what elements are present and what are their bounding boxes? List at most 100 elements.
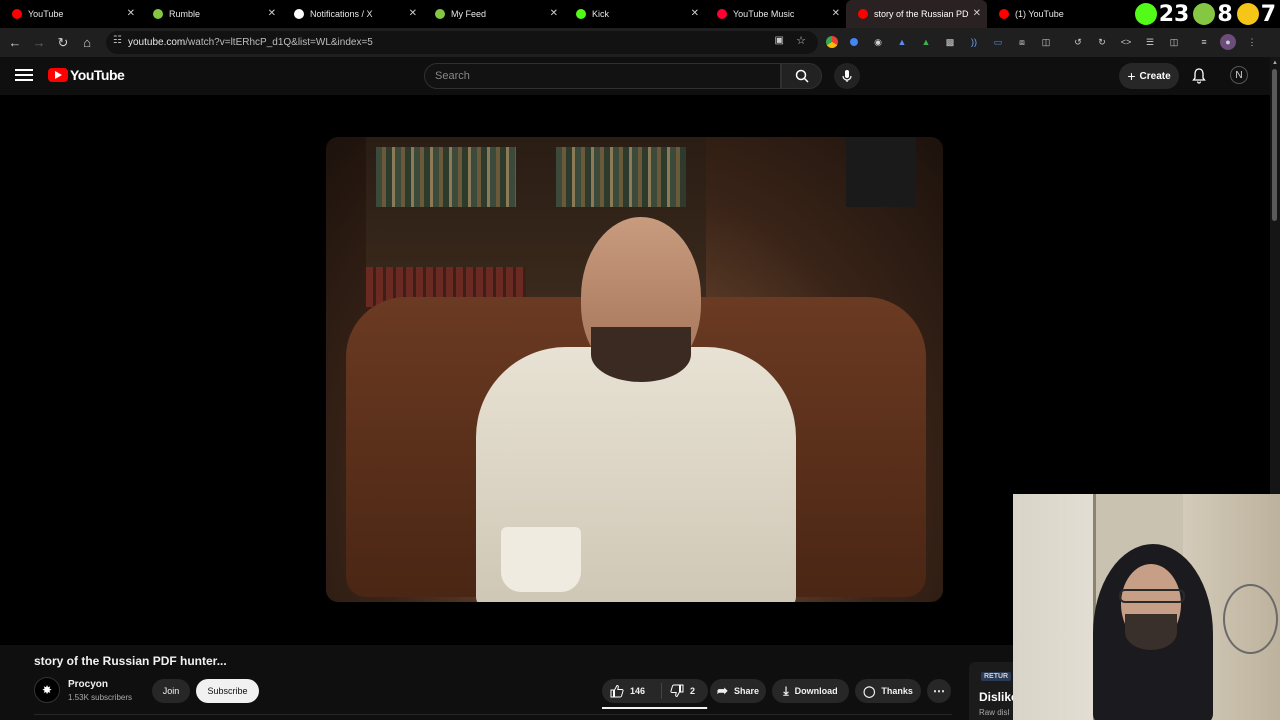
extension-shield-icon[interactable]: ▲ bbox=[894, 34, 910, 50]
video-frame[interactable] bbox=[326, 137, 943, 602]
video-person-beard bbox=[591, 327, 691, 382]
dislike-count: 2 bbox=[690, 686, 696, 696]
counter-value: 8 bbox=[1217, 1, 1233, 27]
home-icon[interactable]: ⌂ bbox=[75, 31, 99, 55]
menu-kebab-icon[interactable]: ⋮ bbox=[1244, 34, 1260, 50]
share-label: Share bbox=[733, 686, 759, 696]
ryd-sub: Raw disl bbox=[979, 708, 1010, 717]
extension-glasses-icon[interactable]: ◉ bbox=[870, 34, 886, 50]
tab-close-icon[interactable]: ✕ bbox=[550, 8, 558, 19]
channel-avatar[interactable]: ✸ bbox=[34, 677, 60, 703]
like-button[interactable]: 146 bbox=[602, 683, 662, 699]
browser-tab[interactable]: YouTube Music ✕ bbox=[705, 0, 846, 28]
youtube-play-icon bbox=[48, 68, 68, 82]
browser-tab[interactable]: Kick ✕ bbox=[564, 0, 705, 28]
account-avatar[interactable]: N bbox=[1230, 66, 1248, 84]
back-icon[interactable]: ← bbox=[3, 31, 27, 55]
stream-counter[interactable]: 8 bbox=[1193, 1, 1233, 27]
bookmark-star-icon[interactable]: ☆ bbox=[796, 34, 806, 47]
share-button[interactable]: ➦ Share bbox=[710, 679, 766, 703]
url-host: youtube.com bbox=[128, 37, 186, 48]
more-actions-button[interactable]: ⋯ bbox=[927, 679, 951, 703]
extension-blue-dot-icon[interactable] bbox=[846, 34, 862, 50]
tab-label: story of the Russian PDF h bbox=[874, 9, 969, 19]
sync-icon[interactable]: ↻ bbox=[1094, 34, 1110, 50]
url-path: /watch?v=ltERhcP_d1Q&list=WL&index=5 bbox=[185, 37, 373, 48]
subscribe-button[interactable]: Subscribe bbox=[196, 679, 259, 703]
other-platform-icon bbox=[1236, 3, 1259, 25]
forward-icon[interactable]: → bbox=[27, 31, 51, 55]
download-button[interactable]: ⤓ Download bbox=[772, 679, 849, 703]
subscriber-count: 1.53K subscribers bbox=[68, 693, 133, 702]
voice-search-button[interactable] bbox=[834, 63, 860, 89]
microphone-icon bbox=[842, 70, 852, 82]
extension-signal-icon[interactable]: )) bbox=[966, 34, 982, 50]
plus-icon: + bbox=[1127, 68, 1136, 84]
side-panel-icon[interactable]: ◫ bbox=[1166, 34, 1182, 50]
search-input[interactable]: Search bbox=[424, 63, 781, 89]
browser-tab[interactable]: story of the Russian PDF h ✕ bbox=[846, 0, 987, 28]
share-icon: ➦ bbox=[717, 683, 728, 698]
dislike-button[interactable]: 2 bbox=[662, 684, 695, 698]
star-icon: ✸ bbox=[41, 683, 53, 697]
channel-name[interactable]: Procyon bbox=[68, 679, 108, 690]
browser-tab[interactable]: (1) YouTube bbox=[987, 0, 1128, 28]
reading-list-icon[interactable]: ☰ bbox=[1142, 34, 1158, 50]
scrollbar-thumb[interactable] bbox=[1272, 69, 1277, 221]
counter-value: 7 bbox=[1260, 1, 1276, 27]
profile-icon[interactable]: ● bbox=[1220, 34, 1236, 50]
tab-favicon-icon bbox=[576, 9, 586, 19]
install-app-icon[interactable]: ▣ bbox=[775, 35, 784, 46]
thanks-button[interactable]: ◯ Thanks bbox=[855, 679, 921, 703]
browser-tab[interactable]: Rumble ✕ bbox=[141, 0, 282, 28]
create-button[interactable]: + Create bbox=[1119, 63, 1179, 89]
webcam-overlay bbox=[1013, 494, 1280, 720]
stream-counter[interactable]: 7 bbox=[1236, 1, 1276, 27]
notifications-button[interactable] bbox=[1192, 68, 1206, 89]
tab-close-icon[interactable]: ✕ bbox=[409, 8, 417, 19]
kick-icon bbox=[1134, 3, 1157, 25]
browser-toolbar: ← → ↻ ⌂ ☷ youtube.com/watch?v=ltERhcP_d1… bbox=[0, 28, 1280, 57]
tab-close-icon[interactable]: ✕ bbox=[127, 8, 135, 19]
address-bar[interactable]: ☷ youtube.com/watch?v=ltERhcP_d1Q&list=W… bbox=[106, 31, 818, 54]
youtube-logo-text: YouTube bbox=[70, 67, 125, 83]
tab-close-icon[interactable]: ✕ bbox=[691, 8, 699, 19]
extension-grid-icon[interactable]: ⧈ bbox=[1014, 34, 1030, 50]
tab-label: Notifications / X bbox=[310, 9, 373, 19]
menu-icon[interactable] bbox=[15, 69, 33, 84]
site-info-icon[interactable]: ☷ bbox=[113, 35, 122, 46]
join-button[interactable]: Join bbox=[152, 679, 190, 703]
media-control-icon[interactable]: ≡ bbox=[1196, 34, 1212, 50]
thumbs-up-icon bbox=[610, 684, 624, 698]
counter-value: 23 bbox=[1158, 1, 1190, 27]
youtube-logo[interactable]: YouTube bbox=[48, 67, 125, 83]
video-title: story of the Russian PDF hunter... bbox=[34, 654, 227, 668]
reload-icon[interactable]: ↻ bbox=[51, 31, 75, 55]
bell-icon bbox=[1192, 68, 1206, 84]
extension-window-icon[interactable]: ▩ bbox=[942, 34, 958, 50]
extension-translate-icon[interactable]: ▭ bbox=[990, 34, 1006, 50]
devtools-icon[interactable]: <> bbox=[1118, 34, 1134, 50]
extension-chrome-icon[interactable] bbox=[826, 36, 838, 48]
extensions-puzzle-icon[interactable]: ◫ bbox=[1038, 34, 1054, 50]
tab-close-icon[interactable]: ✕ bbox=[832, 8, 840, 19]
browser-tab[interactable]: My Feed ✕ bbox=[423, 0, 564, 28]
like-ratio-fill bbox=[602, 707, 707, 709]
like-dislike-group: 146 2 bbox=[602, 679, 708, 703]
more-dots-icon: ⋯ bbox=[933, 684, 945, 698]
stream-counters: 23 8 7 bbox=[1134, 0, 1280, 28]
browser-tab-strip: YouTube ✕ Rumble ✕ Notifications / X ✕ My Feed… bbox=[0, 0, 1280, 28]
tab-close-icon[interactable]: ✕ bbox=[268, 8, 276, 19]
video-coffee-cup bbox=[501, 527, 581, 592]
browser-tab[interactable]: Notifications / X ✕ bbox=[282, 0, 423, 28]
like-ratio-bar bbox=[602, 707, 708, 709]
youtube-header: YouTube Search + Create N bbox=[0, 57, 1270, 95]
tab-close-icon[interactable]: ✕ bbox=[973, 8, 981, 19]
browser-tab[interactable]: YouTube ✕ bbox=[0, 0, 141, 28]
scroll-up-arrow-icon[interactable]: ▲ bbox=[1272, 60, 1278, 66]
search-button[interactable] bbox=[781, 63, 822, 89]
extension-green-shield-icon[interactable]: ▲ bbox=[918, 34, 934, 50]
history-icon[interactable]: ↺ bbox=[1070, 34, 1086, 50]
stream-counter[interactable]: 23 bbox=[1134, 1, 1190, 27]
return-dislike-panel: RETUR Dislike Raw disl bbox=[969, 662, 1013, 720]
